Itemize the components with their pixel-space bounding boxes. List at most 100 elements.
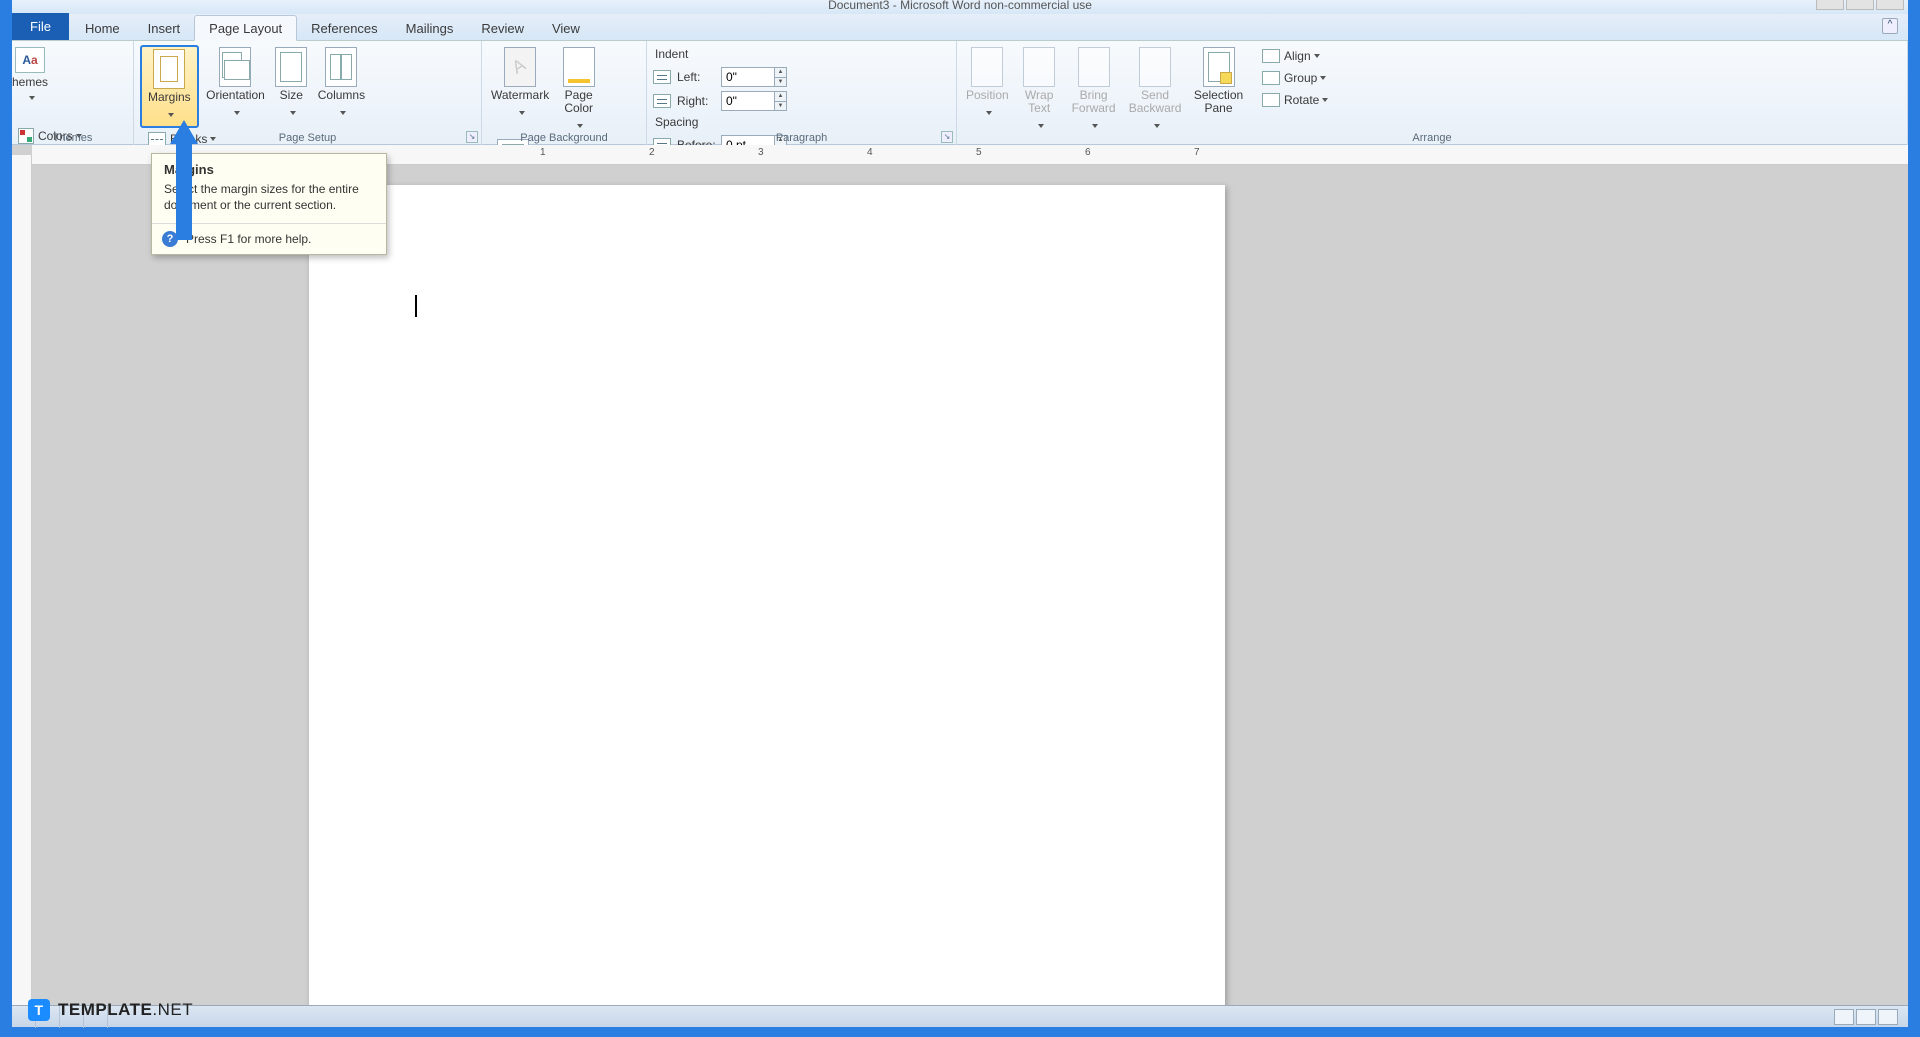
ruler-number: 6 bbox=[1085, 147, 1091, 158]
help-icon: ? bbox=[162, 231, 178, 247]
watermark-icon bbox=[504, 47, 536, 87]
themes-icon: Aa bbox=[15, 47, 45, 73]
view-button[interactable] bbox=[1856, 1009, 1876, 1025]
spinner-down-button[interactable]: ▼ bbox=[774, 77, 786, 86]
window-controls bbox=[1814, 0, 1904, 10]
page-color-button[interactable]: Page Color bbox=[557, 45, 601, 137]
title-bar: Document3 - Microsoft Word non-commercia… bbox=[12, 0, 1908, 14]
group-themes: Aa hemes Colors A Fonts Effects bbox=[12, 41, 134, 145]
app-window: Document3 - Microsoft Word non-commercia… bbox=[12, 0, 1908, 1027]
columns-button[interactable]: Columns bbox=[315, 45, 368, 124]
ruler-vertical[interactable] bbox=[12, 155, 32, 1005]
themes-button[interactable]: Aa hemes bbox=[12, 45, 48, 125]
themes-label: hemes bbox=[12, 75, 48, 89]
indent-right-label: Right: bbox=[677, 94, 721, 108]
bring-forward-button[interactable]: Bring Forward bbox=[1067, 45, 1121, 137]
position-button[interactable]: Position bbox=[963, 45, 1012, 124]
group-label: Group bbox=[1284, 71, 1317, 85]
align-button[interactable]: Align bbox=[1258, 45, 1332, 67]
align-label: Align bbox=[1284, 49, 1311, 63]
chevron-down-icon bbox=[519, 111, 525, 115]
watermark-button[interactable]: Watermark bbox=[488, 45, 552, 124]
minimize-button[interactable] bbox=[1816, 0, 1844, 10]
rotate-button[interactable]: Rotate bbox=[1258, 89, 1332, 111]
selection-pane-label: Selection Pane bbox=[1193, 89, 1245, 115]
group-page-background-label: Page Background bbox=[482, 132, 646, 144]
chevron-down-icon bbox=[340, 111, 346, 115]
tooltip-help-text: Press F1 for more help. bbox=[186, 232, 311, 246]
document-page[interactable] bbox=[309, 185, 1225, 1005]
bring-forward-label: Bring Forward bbox=[1070, 89, 1118, 115]
view-button[interactable] bbox=[1878, 1009, 1898, 1025]
indent-right-spinner[interactable]: ▲▼ bbox=[721, 91, 787, 111]
text-cursor bbox=[415, 295, 417, 317]
paragraph-launcher[interactable]: ↘ bbox=[941, 131, 953, 143]
tab-insert[interactable]: Insert bbox=[134, 16, 195, 40]
group-paragraph: Indent Left: ▲▼ Right: ▲▼ bbox=[647, 41, 957, 145]
ruler-number: 7 bbox=[1194, 147, 1200, 158]
wrap-text-label: Wrap Text bbox=[1019, 89, 1059, 115]
tab-home[interactable]: Home bbox=[71, 16, 134, 40]
selection-pane-button[interactable]: Selection Pane bbox=[1190, 45, 1248, 117]
tab-view[interactable]: View bbox=[538, 16, 594, 40]
group-page-setup-label: Page Setup bbox=[134, 132, 481, 144]
ribbon-tabs: File Home Insert Page Layout References … bbox=[12, 14, 1908, 41]
ruler-number: 2 bbox=[649, 147, 655, 158]
tooltip-body: Select the margin sizes for the entire d… bbox=[152, 181, 386, 223]
tooltip-title: Margins bbox=[152, 154, 386, 181]
chevron-down-icon bbox=[1092, 124, 1098, 128]
send-backward-button[interactable]: Send Backward bbox=[1125, 45, 1185, 137]
group-page-background: Watermark Page Color Page Borders Page B… bbox=[482, 41, 647, 145]
tab-review[interactable]: Review bbox=[467, 16, 538, 40]
indent-title: Indent bbox=[653, 45, 803, 65]
watermark-label: Watermark bbox=[491, 89, 549, 102]
ruler-number: 4 bbox=[867, 147, 873, 158]
wrap-text-button[interactable]: Wrap Text bbox=[1016, 45, 1062, 137]
group-paragraph-label: Paragraph bbox=[647, 132, 956, 144]
orientation-button[interactable]: Orientation bbox=[203, 45, 268, 124]
bring-forward-icon bbox=[1078, 47, 1110, 87]
margins-button[interactable]: Margins bbox=[140, 45, 199, 128]
position-label: Position bbox=[966, 89, 1009, 102]
document-area[interactable]: 1 2 3 4 5 6 7 bbox=[12, 145, 1908, 1005]
size-button[interactable]: Size bbox=[272, 45, 310, 124]
rotate-label: Rotate bbox=[1284, 93, 1319, 107]
maximize-button[interactable] bbox=[1846, 0, 1874, 10]
chevron-down-icon bbox=[1154, 124, 1160, 128]
indent-left-input[interactable] bbox=[722, 70, 774, 84]
ribbon: Aa hemes Colors A Fonts Effects bbox=[12, 41, 1908, 145]
rotate-icon bbox=[1262, 93, 1280, 107]
spinner-up-button[interactable]: ▲ bbox=[774, 68, 786, 77]
page-setup-launcher[interactable]: ↘ bbox=[466, 131, 478, 143]
chevron-down-icon bbox=[577, 124, 583, 128]
ribbon-help-button[interactable]: ^ bbox=[1882, 18, 1898, 34]
spinner-up-button[interactable]: ▲ bbox=[774, 92, 786, 101]
columns-icon bbox=[325, 47, 357, 87]
selection-pane-icon bbox=[1203, 47, 1235, 87]
window-title: Document3 - Microsoft Word non-commercia… bbox=[828, 0, 1092, 12]
watermark-suffix: .NET bbox=[152, 1000, 193, 1020]
indent-right-input[interactable] bbox=[722, 94, 774, 108]
view-button[interactable] bbox=[1834, 1009, 1854, 1025]
tab-page-layout[interactable]: Page Layout bbox=[194, 15, 297, 41]
document-area-wrap: 1 2 3 4 5 6 7 bbox=[12, 145, 1908, 1005]
send-backward-label: Send Backward bbox=[1128, 89, 1182, 115]
tab-mailings[interactable]: Mailings bbox=[392, 16, 468, 40]
size-label: Size bbox=[275, 89, 307, 102]
size-icon bbox=[275, 47, 307, 87]
tab-file[interactable]: File bbox=[12, 13, 69, 40]
page-color-label: Page Color bbox=[560, 89, 598, 115]
columns-label: Columns bbox=[318, 89, 365, 102]
wrap-text-icon bbox=[1023, 47, 1055, 87]
group-page-setup: Margins Orientation Size Columns bbox=[134, 41, 482, 145]
close-button[interactable] bbox=[1876, 0, 1904, 10]
ruler-number: 5 bbox=[976, 147, 982, 158]
indent-left-spinner[interactable]: ▲▼ bbox=[721, 67, 787, 87]
ruler-number: 1 bbox=[540, 147, 546, 158]
orientation-icon bbox=[219, 47, 251, 87]
spinner-down-button[interactable]: ▼ bbox=[774, 101, 786, 110]
page-color-icon bbox=[563, 47, 595, 87]
chevron-down-icon bbox=[1314, 54, 1320, 58]
tab-references[interactable]: References bbox=[297, 16, 391, 40]
group-objects-button[interactable]: Group bbox=[1258, 67, 1332, 89]
